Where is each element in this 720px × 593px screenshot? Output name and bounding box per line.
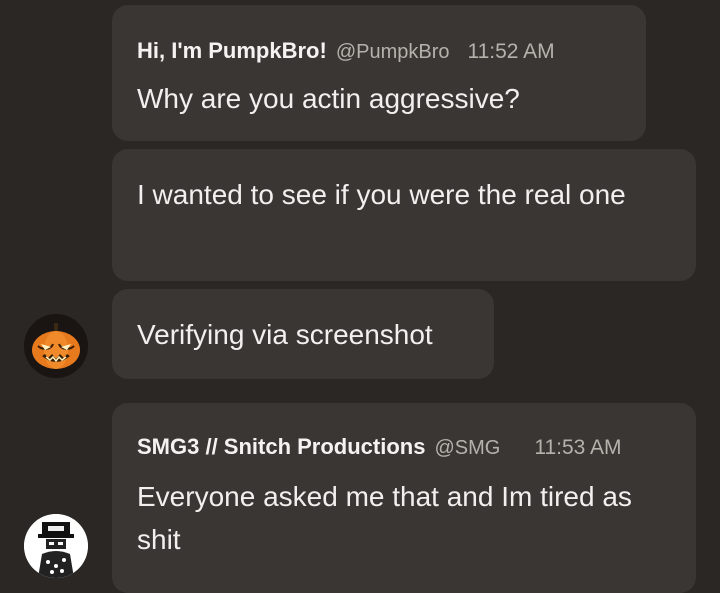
message-text: Why are you actin aggressive? [137,83,520,114]
message-text: Verifying via screenshot [137,319,433,350]
author-handle[interactable]: @PumpkBro [336,41,450,64]
author-name[interactable]: Hi, I'm PumpkBro! [137,38,327,64]
author-name[interactable]: SMG3 // Snitch Productions [137,434,425,460]
message-bubble[interactable]: Verifying via screenshot [112,289,494,379]
smg3-avatar-icon[interactable] [24,514,88,578]
pumpkin-avatar-icon[interactable] [24,314,88,378]
message-text: Everyone asked me that and Im tired as s… [137,481,632,555]
message-timestamp: 11:52 AM [467,40,555,63]
message-header: Hi, I'm PumpkBro! @PumpkBro 11:52 AM [137,38,555,64]
author-handle[interactable]: @SMG [434,437,500,460]
message-timestamp: 11:53 AM [534,436,622,459]
message-header: SMG3 // Snitch Productions @SMG 11:53 AM [137,434,622,460]
message-text: I wanted to see if you were the real one [137,179,626,210]
message-bubble[interactable]: Hi, I'm PumpkBro! @PumpkBro 11:52 AM Why… [112,5,646,141]
message-bubble[interactable]: SMG3 // Snitch Productions @SMG 11:53 AM… [112,403,696,593]
message-bubble[interactable]: I wanted to see if you were the real one [112,149,696,281]
